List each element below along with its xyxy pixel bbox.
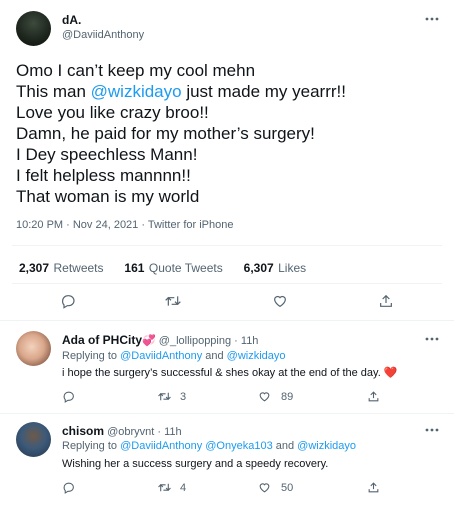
heart-outline-icon[interactable] (258, 481, 271, 494)
author-handle[interactable]: @DaviidAnthony (62, 29, 144, 41)
likes-stat[interactable]: 6,307 Likes (244, 259, 307, 276)
mention-link[interactable]: @wizkidayo (227, 350, 286, 362)
tweet-stats: 2,307 Retweets 161 Quote Tweets 6,307 Li… (19, 259, 306, 277)
share-upload-icon[interactable] (367, 481, 380, 494)
reply-author-handle[interactable]: @obryvnt (107, 426, 154, 438)
reply-avatar[interactable] (16, 331, 51, 366)
reply-bubble-icon[interactable] (60, 293, 76, 309)
reply-like-count: 89 (281, 391, 294, 403)
red-heart-emoji: ❤️ (383, 367, 398, 379)
heart-outline-icon[interactable] (272, 293, 288, 309)
reply-author-emoji: 💞 (142, 335, 156, 347)
tweet-line-3: Love you like crazy broo!! (16, 103, 209, 122)
reply-avatar[interactable] (16, 422, 51, 457)
heart-outline-icon[interactable] (258, 390, 271, 403)
more-horizontal-icon[interactable] (425, 16, 439, 22)
reply-retweet-count: 3 (180, 391, 187, 403)
reply-time[interactable]: · 11h (157, 426, 181, 438)
reply-like-count: 50 (281, 482, 294, 494)
author-name[interactable]: dA. (62, 13, 81, 27)
retweet-icon[interactable] (157, 390, 172, 403)
share-upload-icon[interactable] (367, 390, 380, 403)
mention-link[interactable]: @Onyeka103 (205, 440, 272, 452)
reply-author-name[interactable]: chisom (62, 424, 104, 438)
reply-retweet-count: 4 (180, 482, 187, 494)
tweet-line-2: This man @wizkidayo just made my yearrr!… (16, 82, 346, 101)
mention-link[interactable]: @wizkidayo (91, 82, 182, 101)
tweet-line-1: Omo I can’t keep my cool mehn (16, 61, 256, 80)
more-horizontal-icon[interactable] (425, 427, 439, 433)
quote-tweets-stat[interactable]: 161 Quote Tweets (124, 259, 222, 276)
author-avatar[interactable] (16, 11, 51, 46)
mention-link[interactable]: @DaviidAnthony (120, 440, 202, 452)
reply-text: i hope the surgery’s successful & shes o… (62, 367, 398, 379)
mention-link[interactable]: @DaviidAnthony (120, 350, 202, 362)
retweets-stat[interactable]: 2,307 Retweets (19, 259, 104, 276)
reply-author-name[interactable]: Ada of PHCity (62, 333, 142, 347)
more-horizontal-icon[interactable] (425, 336, 439, 342)
retweet-icon[interactable] (157, 481, 172, 494)
reply-bubble-icon[interactable] (62, 481, 75, 494)
tweet-text: Omo I can’t keep my cool mehn This man @… (16, 60, 346, 207)
replying-to: Replying to @DaviidAnthony @Onyeka103 an… (62, 440, 357, 452)
tweet-line-5: I Dey speechless Mann! (16, 145, 198, 164)
reply-time[interactable]: · 11h (234, 335, 258, 347)
tweet-line-7: That woman is my world (16, 187, 200, 206)
retweet-icon[interactable] (164, 293, 182, 309)
replying-to: Replying to @DaviidAnthony and @wizkiday… (62, 350, 286, 362)
reply-header: Ada of PHCity💞 @_lollipopping · 11h (62, 333, 258, 348)
mention-link[interactable]: @wizkidayo (297, 440, 356, 452)
tweet-timestamp[interactable]: 10:20 PM · Nov 24, 2021 · Twitter for iP… (16, 219, 233, 231)
reply-header: chisom @obryvnt · 11h (62, 424, 182, 439)
share-upload-icon[interactable] (378, 293, 394, 309)
tweet-line-6: I felt helpless mannnn!! (16, 166, 191, 185)
tweet-line-4: Damn, he paid for my mother’s surgery! (16, 124, 315, 143)
reply-text: Wishing her a success surgery and a spee… (62, 458, 329, 470)
reply-author-handle[interactable]: @_lollipopping (159, 335, 231, 347)
reply-bubble-icon[interactable] (62, 390, 75, 403)
